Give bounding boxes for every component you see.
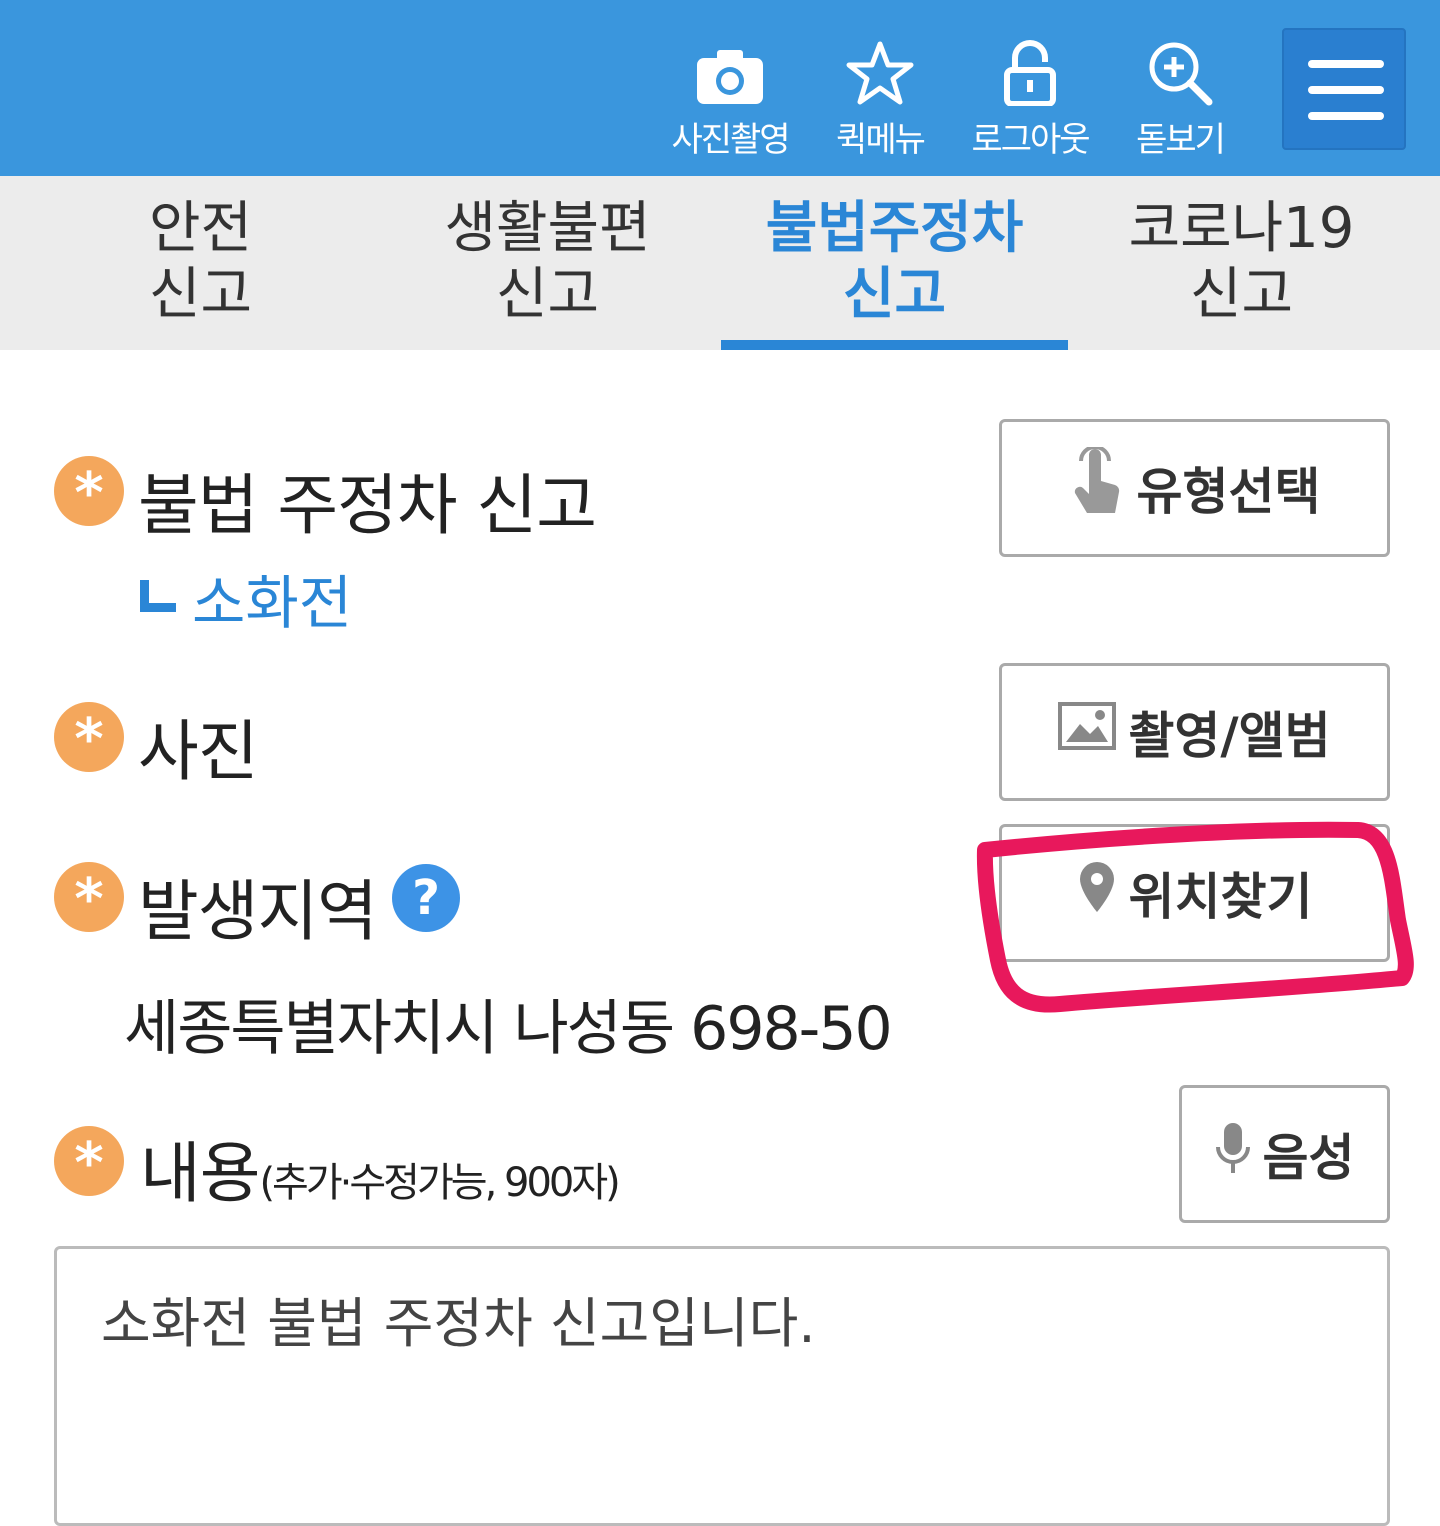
required-mark: * <box>54 456 124 526</box>
location-address: 세종특별자치시 나성동 698-50 <box>124 994 893 1064</box>
tab-illegal-parking[interactable]: 불법주정차 신고 <box>721 176 1068 350</box>
required-mark: * <box>54 1126 124 1196</box>
quick-menu-label: 퀵메뉴 <box>836 120 926 160</box>
content-textarea[interactable]: 소화전 불법 주정차 신고입니다. <box>54 1246 1390 1526</box>
location-label: 발생지역 <box>138 873 378 950</box>
lock-icon <box>955 34 1105 106</box>
help-icon[interactable]: ? <box>392 864 460 932</box>
touch-hand-icon <box>1069 445 1125 529</box>
content-label-group: 내용(추가·수정가능, 900자) <box>140 1120 621 1216</box>
magnifier-button[interactable]: 돋보기 <box>1105 34 1255 161</box>
hamburger-menu-icon <box>1308 60 1384 68</box>
tab-covid19[interactable]: 코로나19 신고 <box>1068 176 1415 350</box>
select-type-button[interactable]: 유형선택 <box>999 419 1390 557</box>
voice-input-label: 음성 <box>1262 1129 1355 1187</box>
select-type-label: 유형선택 <box>1136 463 1321 521</box>
active-tab-indicator <box>721 340 1068 350</box>
logout-label: 로그아웃 <box>971 120 1090 160</box>
tab-inconvenience[interactable]: 생활불편 신고 <box>374 176 721 350</box>
find-location-button[interactable]: 위치찾기 <box>999 824 1390 962</box>
find-location-label: 위치찾기 <box>1128 868 1313 926</box>
top-bar: 사진촬영 퀵메뉴 로그아웃 돋보기 <box>0 0 1440 176</box>
camera-icon <box>655 34 805 106</box>
tab-safety[interactable]: 안전 신고 <box>27 176 374 350</box>
magnifier-label: 돋보기 <box>1136 120 1226 160</box>
star-icon <box>805 34 955 106</box>
photo-label: 사진 <box>138 713 258 790</box>
logout-button[interactable]: 로그아웃 <box>955 34 1105 161</box>
location-pin-icon <box>1077 860 1117 926</box>
content-label: 내용 <box>140 1135 260 1212</box>
camera-button[interactable]: 사진촬영 <box>655 34 805 161</box>
required-mark: * <box>54 702 124 772</box>
required-mark: * <box>54 862 124 932</box>
image-icon <box>1058 702 1117 762</box>
report-type-label: 불법 주정차 신고 <box>138 467 597 544</box>
report-subtype: 소화전 <box>192 569 353 637</box>
subtype-corner-icon <box>140 580 176 612</box>
quick-menu-button[interactable]: 퀵메뉴 <box>805 34 955 161</box>
photo-album-button[interactable]: 촬영/앨범 <box>999 663 1390 801</box>
content-limit-note: (추가·수정가능, 900자) <box>259 1160 620 1206</box>
microphone-icon <box>1215 1121 1251 1187</box>
camera-label: 사진촬영 <box>671 120 790 160</box>
voice-input-button[interactable]: 음성 <box>1179 1085 1390 1223</box>
zoom-in-icon <box>1105 34 1255 106</box>
hamburger-menu-button[interactable] <box>1282 28 1406 150</box>
photo-album-label: 촬영/앨범 <box>1128 707 1331 765</box>
category-tabs: 안전 신고 생활불편 신고 불법주정차 신고 코로나19 신고 <box>0 176 1440 350</box>
